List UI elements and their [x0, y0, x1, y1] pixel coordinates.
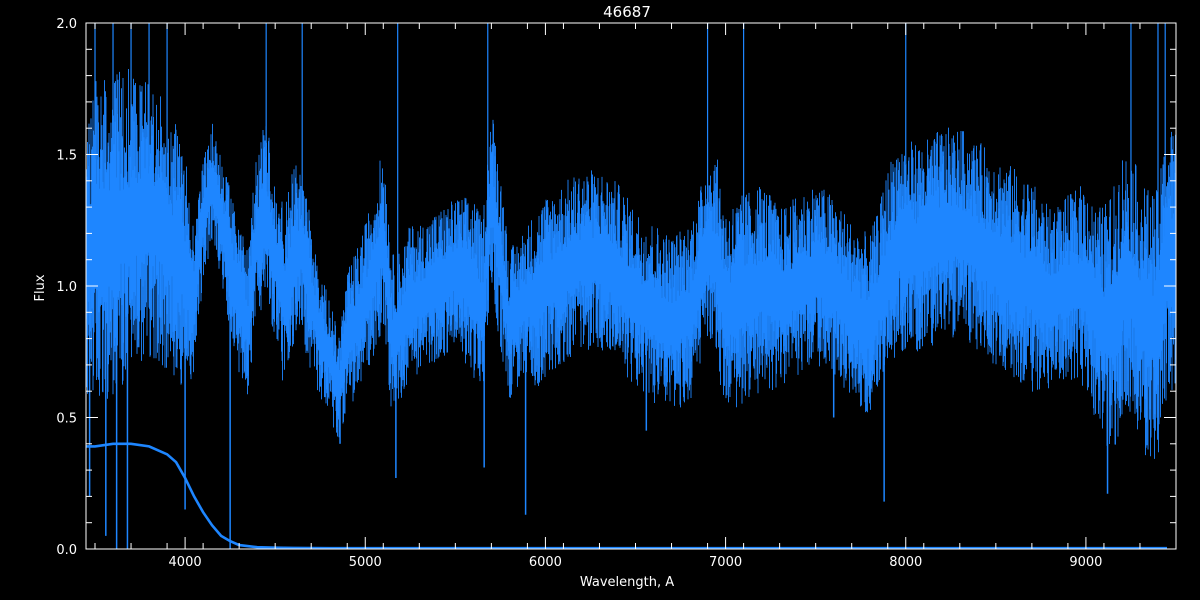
x-tick-label: 7000: [709, 555, 742, 570]
y-tick-label: 0.0: [56, 543, 77, 558]
x-tick-label: 9000: [1069, 555, 1102, 570]
y-tick-label: 1.0: [56, 280, 77, 295]
x-tick-label: 4000: [169, 555, 202, 570]
y-tick-label: 2.0: [56, 17, 77, 32]
y-tick-label: 0.5: [56, 412, 77, 427]
y-tick-label: 1.5: [56, 149, 77, 164]
chart-title: 46687: [603, 3, 651, 21]
x-tick-label: 5000: [349, 555, 382, 570]
y-axis-label: Flux: [33, 274, 48, 301]
x-tick-label: 6000: [529, 555, 562, 570]
x-axis-label: Wavelength, A: [580, 575, 674, 590]
spectrum-chart: 46687 4000 5000 6000 7000 8000 9000 0.0 0.5 1.0 1…: [0, 0, 1200, 600]
x-tick-label: 8000: [889, 555, 922, 570]
